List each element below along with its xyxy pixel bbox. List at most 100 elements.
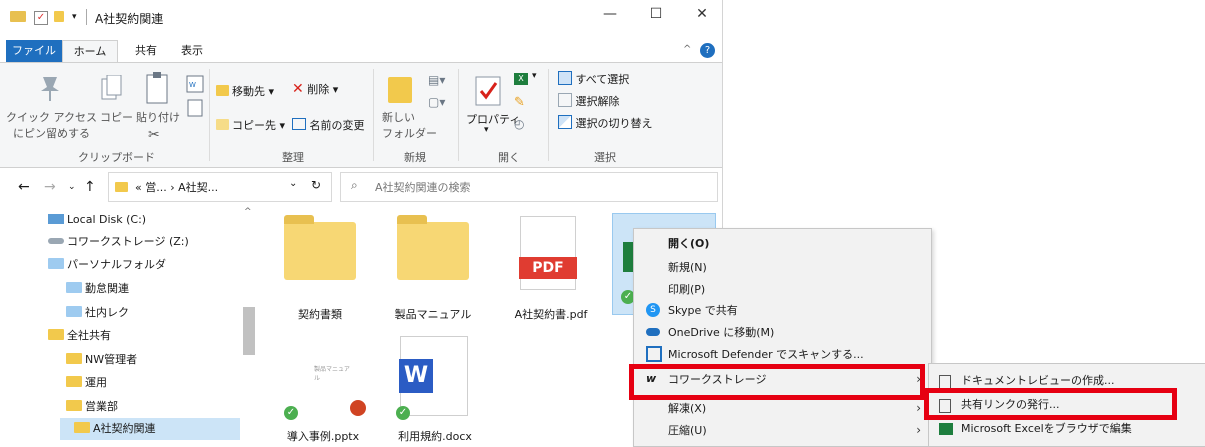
- pdf-badge: PDF: [519, 257, 577, 279]
- recent-dropdown-icon[interactable]: ⌄: [68, 172, 76, 202]
- close-button[interactable]: ✕: [682, 6, 722, 28]
- paste-shortcut-icon[interactable]: [186, 99, 204, 117]
- sync-check-icon: ✓: [284, 406, 298, 420]
- nav-item-nw-admin[interactable]: NW管理者: [66, 349, 137, 371]
- svg-text:W: W: [189, 81, 196, 89]
- properties-dropdown-icon[interactable]: ▾: [484, 125, 489, 135]
- maximize-button[interactable]: ☐: [636, 6, 676, 28]
- word-badge: W: [399, 359, 433, 393]
- docx-file-icon: W: [399, 336, 468, 416]
- nav-label: パーソナルフォルダ: [67, 258, 166, 271]
- copy-to-button[interactable]: コピー先 ▾: [216, 117, 285, 133]
- select-none-label: 選択解除: [575, 95, 620, 108]
- invert-selection-button[interactable]: 選択の切り替え: [558, 115, 653, 131]
- tab-home[interactable]: ホーム: [62, 40, 118, 63]
- forward-arrow-icon[interactable]: →: [44, 172, 56, 202]
- excel-icon: [939, 423, 953, 435]
- folder-icon: [66, 400, 82, 411]
- skype-icon: S: [646, 303, 660, 317]
- address-bar[interactable]: « 営... › A社契... ⌄ ↻: [108, 172, 332, 202]
- nav-label: 運用: [85, 376, 107, 389]
- pptx-file-icon: 製品マニュアル: [306, 350, 366, 416]
- checkbox-icon[interactable]: ✓: [34, 11, 48, 25]
- pin-quick-access-button[interactable]: クイック アクセス にピン留めする: [6, 109, 97, 141]
- select-all-button[interactable]: すべて選択: [558, 71, 629, 87]
- copy-button[interactable]: コピー: [100, 109, 133, 125]
- folder-icon: [284, 215, 356, 280]
- select-all-label: すべて選択: [575, 73, 630, 86]
- menu-item-compress[interactable]: 圧縮(U) ›: [634, 420, 931, 441]
- menu-item-extract[interactable]: 解凍(X) ›: [634, 398, 931, 419]
- menu-item-skype[interactable]: S Skype で共有: [634, 300, 931, 321]
- delete-label: 削除: [307, 83, 330, 96]
- move-to-button[interactable]: 移動先 ▾: [216, 83, 274, 99]
- menu-item-onedrive[interactable]: OneDrive に移動(M): [634, 322, 931, 343]
- file-item-manuals[interactable]: 製品マニュアル: [381, 306, 485, 322]
- file-item-contracts[interactable]: 契約書類: [270, 306, 370, 322]
- tab-share[interactable]: 共有: [126, 40, 166, 62]
- copy-path-icon[interactable]: W: [186, 75, 204, 93]
- menu-item-open[interactable]: 開く(O): [634, 233, 931, 254]
- file-item-contract-pdf[interactable]: A社契約書.pdf: [498, 306, 604, 322]
- nav-item-operations[interactable]: 運用: [66, 372, 107, 394]
- highlight-cowork-storage: [629, 364, 925, 400]
- nav-label: Local Disk (C:): [67, 213, 147, 226]
- menu-item-print[interactable]: 印刷(P): [634, 279, 931, 300]
- nav-item-cowork-storage[interactable]: コワークストレージ (Z:): [48, 231, 189, 253]
- delete-button[interactable]: ✕ 削除 ▾: [292, 81, 338, 97]
- nav-item-local-disk[interactable]: Local Disk (C:): [48, 209, 146, 231]
- nav-item-attendance[interactable]: 勤怠関連: [66, 278, 129, 300]
- history-icon[interactable]: ◴: [514, 117, 524, 131]
- new-folder-icon[interactable]: [54, 11, 67, 24]
- address-dropdown-icon[interactable]: ⌄: [289, 178, 297, 189]
- select-none-icon: [558, 93, 572, 107]
- nav-scrollbar-thumb[interactable]: [243, 307, 255, 355]
- file-item-terms-docx[interactable]: 利用規約.docx: [382, 428, 488, 444]
- folder-icon: [66, 282, 82, 293]
- minimize-button[interactable]: —: [590, 6, 630, 28]
- group-clipboard-label: クリップボード: [78, 151, 155, 164]
- nav-item-a-contracts[interactable]: A社契約関連: [60, 418, 252, 440]
- edit-icon[interactable]: ✎: [514, 95, 525, 110]
- search-box[interactable]: ⌕ A社契約関連の検索: [340, 172, 718, 202]
- paste-button[interactable]: 貼り付け: [136, 109, 180, 125]
- scroll-up-icon[interactable]: ^: [244, 207, 252, 217]
- tab-view[interactable]: 表示: [172, 40, 212, 62]
- rename-button[interactable]: 名前の変更: [292, 117, 365, 133]
- nav-item-company-shared[interactable]: 全社共有: [48, 325, 111, 347]
- folder-icon: [10, 11, 29, 24]
- submenu-item-excel-browser[interactable]: Microsoft Excelをブラウザで編集: [929, 418, 1205, 440]
- excel-open-icon[interactable]: X: [514, 73, 528, 85]
- refresh-icon[interactable]: ↻: [311, 178, 321, 192]
- cut-icon[interactable]: ✂: [148, 127, 160, 143]
- file-item-case-pptx[interactable]: 導入事例.pptx: [270, 428, 376, 444]
- nav-item-personal-folder[interactable]: パーソナルフォルダ: [48, 254, 166, 276]
- explorer-window: ✓ ▾ A社契約関連 — ☐ ✕ ファイル ホーム 共有 表示 ^ ? クイック…: [0, 0, 723, 445]
- up-arrow-icon[interactable]: ↑: [84, 172, 96, 202]
- ribbon-separator: [458, 69, 459, 161]
- defender-icon: [646, 346, 662, 362]
- address-path: « 営... › A社契...: [135, 181, 219, 194]
- menu-item-defender[interactable]: Microsoft Defender でスキャンする...: [634, 344, 931, 365]
- collapse-ribbon-icon[interactable]: ^: [683, 44, 691, 55]
- nav-item-company-rec[interactable]: 社内レク: [66, 302, 129, 324]
- menu-item-new[interactable]: 新規(N): [634, 257, 931, 278]
- nav-label: 勤怠関連: [85, 282, 129, 295]
- divider: [86, 9, 87, 25]
- tab-file[interactable]: ファイル: [6, 40, 62, 62]
- properties-button[interactable]: プロパティ: [466, 111, 520, 127]
- menu-label: 解凍(X): [668, 402, 707, 415]
- easy-access-icon[interactable]: ▢▾: [428, 95, 445, 109]
- open-dropdown-icon[interactable]: ▾: [532, 71, 537, 81]
- nav-label: A社契約関連: [93, 422, 156, 435]
- quick-access-dropdown-icon[interactable]: ▾: [72, 12, 77, 22]
- folder-icon: [48, 258, 64, 269]
- new-folder-button[interactable]: 新しい フォルダー: [382, 109, 437, 141]
- nav-item-sales[interactable]: 営業部: [66, 396, 118, 418]
- paste-icon: [146, 72, 168, 104]
- help-icon[interactable]: ?: [700, 43, 715, 58]
- back-arrow-icon[interactable]: ←: [18, 172, 30, 202]
- select-none-button[interactable]: 選択解除: [558, 93, 620, 109]
- pin-label-line1: クイック アクセス: [6, 111, 97, 124]
- new-item-icon[interactable]: ▤▾: [428, 73, 445, 87]
